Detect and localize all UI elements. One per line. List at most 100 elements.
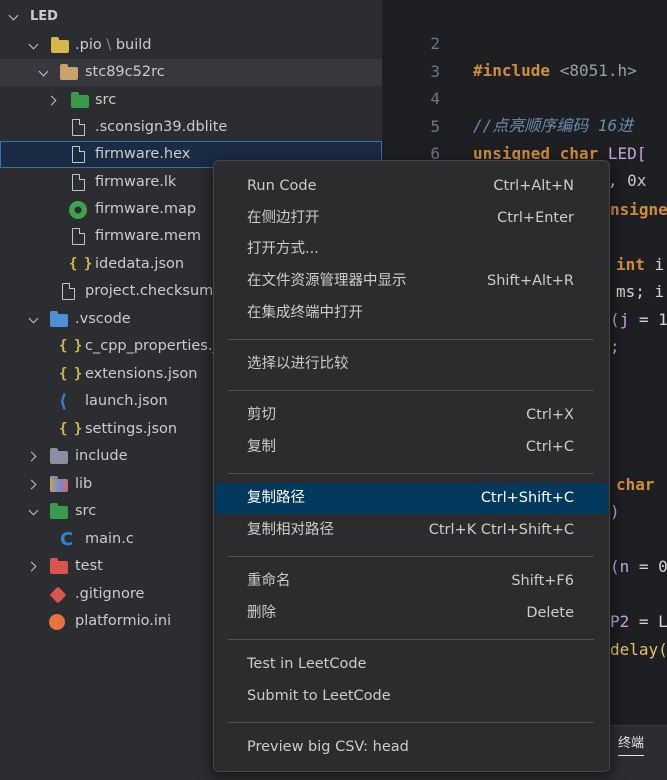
menu-separator (228, 556, 594, 557)
code-fragment: ) (610, 502, 620, 521)
menu-item-shortcut: Delete (526, 605, 574, 621)
menu-item-submit-leetcode[interactable]: Submit to LeetCode (215, 681, 608, 712)
menu-item-delete[interactable]: 删除 Delete (215, 598, 608, 629)
json-braces-icon: { } (59, 338, 82, 354)
code-fragment: i (644, 282, 665, 301)
menu-item-shortcut: Ctrl+Alt+N (493, 178, 574, 194)
menu-item-shortcut: Ctrl+C (525, 439, 574, 455)
code-fragment: (n (610, 557, 630, 576)
explorer-header[interactable]: LED (0, 0, 382, 32)
tree-label: project.checksum (85, 283, 214, 299)
menu-item-preview-csv[interactable]: Preview big CSV: head (215, 732, 608, 763)
menu-item-label: 复制相对路径 (247, 522, 334, 538)
menu-item-label: 剪切 (247, 407, 276, 423)
tree-label: settings.json (85, 421, 178, 437)
context-menu: Run Code Ctrl+Alt+N 在侧边打开 Ctrl+Enter 打开方… (213, 160, 610, 772)
menu-item-copy-path[interactable]: 复制路径 Ctrl+Shift+C (215, 483, 608, 514)
tree-label: firmware.mem (95, 228, 202, 244)
folder-include-icon (50, 448, 68, 464)
json-braces-icon: { } (59, 366, 82, 382)
menu-item-label: Submit to LeetCode (247, 688, 391, 704)
menu-item-open-in-terminal[interactable]: 在集成终端中打开 (215, 298, 608, 329)
globe-icon (69, 201, 87, 219)
chevron-right-icon (26, 451, 37, 462)
code-line: 3 (382, 31, 440, 81)
tree-label: src (95, 92, 117, 108)
menu-separator (228, 339, 594, 340)
tree-label: platformio.ini (75, 613, 172, 629)
menu-separator (228, 390, 594, 391)
json-braces-icon: { } (69, 256, 92, 272)
menu-item-shortcut: Ctrl+Enter (497, 210, 574, 226)
code-line: 5 unsigned char LED[ (382, 86, 646, 163)
tree-folder-src-build[interactable]: src (0, 87, 382, 114)
code-comment: //点亮顺序编码 16进 (473, 116, 634, 135)
vscode-icon: ⟨ (59, 391, 68, 412)
chevron-down-icon (28, 505, 39, 516)
menu-item-label: 复制 (247, 439, 276, 455)
chevron-right-icon (26, 479, 37, 490)
workspace-title: LED (30, 9, 58, 24)
chevron-down-icon (8, 10, 19, 21)
menu-item-select-for-compare[interactable]: 选择以进行比较 (215, 349, 608, 380)
menu-item-copy-relative-path[interactable]: 复制相对路径 Ctrl+K Ctrl+Shift+C (215, 515, 608, 546)
menu-item-label: 在侧边打开 (247, 210, 320, 226)
tree-label: include (75, 448, 128, 464)
menu-separator (228, 722, 594, 723)
code-fragment: = L (629, 612, 667, 631)
chevron-down-icon (38, 66, 49, 77)
chevron-down-icon (28, 39, 39, 50)
folder-src-icon (71, 92, 89, 108)
menu-item-copy[interactable]: 复制 Ctrl+C (215, 432, 608, 463)
menu-item-label: 选择以进行比较 (247, 356, 349, 372)
tab-terminal[interactable]: 终端 (618, 732, 645, 756)
git-icon (49, 586, 67, 604)
menu-item-label: 打开方式... (247, 241, 319, 257)
code-fragment: i (644, 255, 665, 274)
menu-item-cut[interactable]: 剪切 Ctrl+X (215, 400, 608, 431)
file-icon (72, 174, 85, 191)
code-line: 6 0x01, 0x02, 0x (382, 113, 646, 190)
menu-item-label: Preview big CSV: head (247, 739, 409, 755)
file-icon (62, 283, 75, 300)
code-fragment: delay( (610, 640, 667, 659)
menu-item-label: Test in LeetCode (247, 656, 367, 672)
code-line: 2 #include <8051.h> (382, 3, 636, 80)
menu-item-shortcut: Shift+F6 (511, 573, 574, 589)
menu-separator (228, 473, 594, 474)
folder-lib-icon (50, 476, 68, 492)
platformio-icon (49, 614, 65, 630)
tree-file-sconsign[interactable]: .sconsign39.dblite (0, 114, 382, 141)
tree-label: src (75, 503, 97, 519)
menu-item-rename[interactable]: 重命名 Shift+F6 (215, 566, 608, 597)
code-fragment: ; (610, 337, 620, 356)
menu-item-open-to-side[interactable]: 在侧边打开 Ctrl+Enter (215, 203, 608, 234)
menu-item-label: Run Code (247, 178, 317, 194)
code-fragment: P2 (610, 612, 630, 631)
menu-item-open-with[interactable]: 打开方式... (215, 234, 608, 265)
tree-label: .vscode (75, 311, 131, 327)
tree-label: firmware.lk (95, 174, 177, 190)
tree-label: firmware.hex (95, 146, 191, 162)
code-fragment: int (616, 255, 645, 274)
code-fragment: = 1 (629, 310, 667, 329)
tree-label: stc89c52rc (85, 64, 165, 80)
code-fragment: = 0 (629, 557, 667, 576)
tree-label: firmware.map (95, 201, 197, 217)
tree-folder-stc89c52rc[interactable]: stc89c52rc (0, 59, 382, 86)
menu-item-run-code[interactable]: Run Code Ctrl+Alt+N (215, 171, 608, 202)
menu-item-label: 在集成终端中打开 (247, 305, 363, 321)
json-braces-icon: { } (59, 421, 82, 437)
menu-item-test-leetcode[interactable]: Test in LeetCode (215, 649, 608, 680)
folder-vscode-icon (50, 311, 68, 327)
code-fragment: (j (610, 310, 630, 329)
code-token: <8051.h> (550, 61, 637, 80)
tree-label: extensions.json (85, 366, 198, 382)
tree-label: .pio \ build (75, 37, 152, 53)
code-fragment: ms; (616, 282, 645, 301)
menu-item-reveal-in-explorer[interactable]: 在文件资源管理器中显示 Shift+Alt+R (215, 266, 608, 297)
tree-label: main.c (85, 531, 134, 547)
tree-folder-pio-build[interactable]: .pio \ build (0, 32, 382, 59)
chevron-right-icon (26, 561, 37, 572)
folder-test-icon (50, 558, 68, 574)
